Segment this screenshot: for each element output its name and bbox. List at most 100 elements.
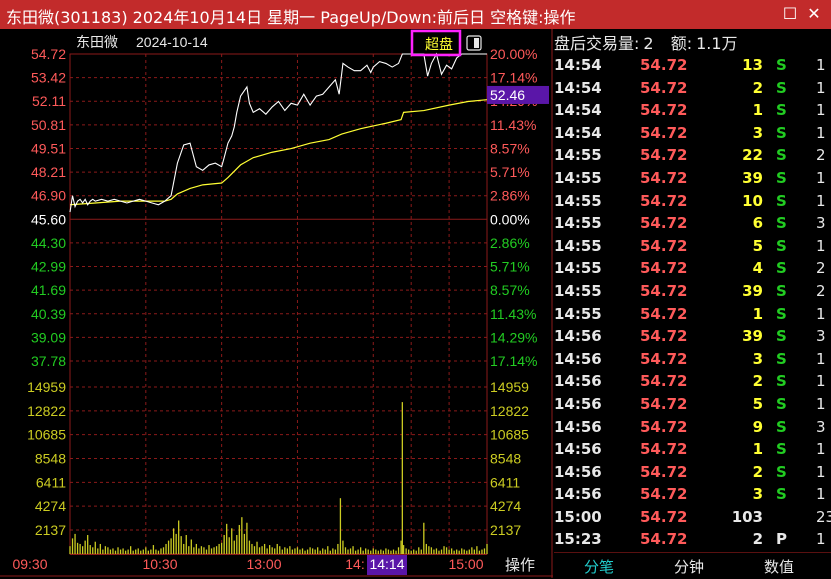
tick-row[interactable]: 14:55 54.72 10 S 1 [554,190,831,213]
tick-side: S [776,281,787,300]
tick-row[interactable]: 14:54 54.72 3 S 1 [554,122,831,145]
tick-price: 54.72 [640,485,688,504]
tick-row[interactable]: 14:55 54.72 4 S 2 [554,257,831,280]
percent-tick-label: 8.57% [490,140,530,156]
tick-side: S [776,349,787,368]
tick-price: 54.72 [640,304,688,323]
tick-time: 14:55 [554,146,602,165]
tick-side: S [776,462,787,481]
price-tick-label: 50.81 [31,117,66,133]
price-tick-label: 52.11 [32,93,66,109]
volume-tick-label: 12822 [27,403,66,419]
tick-row[interactable]: 14:54 54.72 1 S 1 [554,99,831,122]
tick-row[interactable]: 14:56 54.72 39 S 3 [554,325,831,348]
tick-count: 1 [816,349,826,368]
percent-tick-label: 11.43% [490,306,536,322]
tick-price: 54.72 [640,530,688,549]
price-tick-label: 41.69 [31,282,66,298]
tick-price: 54.72 [640,101,688,120]
price-tick-label: 39.09 [31,329,66,345]
price-tick-label: 42.99 [31,259,66,275]
tick-row[interactable]: 15:23 54.72 2 P 1 [554,528,831,551]
tick-volume: 2 [752,372,763,391]
tick-count: 1 [816,462,826,481]
tick-row[interactable]: 14:56 54.72 9 S 3 [554,416,831,439]
tick-side: S [776,236,787,255]
tick-volume: 1 [752,440,763,459]
tick-time: 14:56 [554,372,602,391]
title-bar: 东田微(301183) 2024年10月14日 星期一 PageUp/Down:… [0,0,831,29]
tick-row[interactable]: 14:55 54.72 6 S 3 [554,212,831,235]
tick-side: S [776,56,787,74]
tick-price: 54.72 [640,507,688,526]
restore-icon[interactable]: ☐ [781,5,799,23]
after-hours-amount-label: 额: [670,34,693,53]
tick-row[interactable]: 14:55 54.72 22 S 2 [554,144,831,167]
tab-values[interactable]: 数值 [734,556,824,577]
tick-row[interactable]: 14:56 54.72 1 S 1 [554,438,831,461]
tick-price: 54.72 [640,168,688,187]
tick-time: 15:23 [554,530,602,549]
volume-tick-label-right: 4274 [490,498,521,514]
percent-tick-label: 0.00% [490,211,530,227]
tick-row[interactable]: 14:55 54.72 39 S 2 [554,280,831,303]
tick-volume: 103 [731,507,763,526]
operate-button[interactable]: 操作 [489,554,551,576]
tick-row[interactable]: 14:56 54.72 3 S 1 [554,483,831,506]
tick-volume: 1 [752,304,763,323]
tick-count: 1 [816,304,826,323]
tick-count: 1 [816,372,826,391]
tick-count: 1 [816,56,826,74]
cursor-price-tag: 52.46 [490,87,525,103]
price-tick-label: 40.39 [31,306,66,322]
time-tick-label: 09:30 [12,556,47,572]
tick-volume: 6 [752,214,763,233]
tick-time: 14:55 [554,214,602,233]
percent-tick-label: 8.57% [490,282,530,298]
volume-tick-label: 6411 [36,474,66,490]
tick-count: 2 [816,259,826,278]
after-hours-volume-label: 盘后交易量: [554,34,640,53]
tick-time: 14:55 [554,281,602,300]
tab-minutes[interactable]: 分钟 [644,556,734,577]
tick-count: 1 [816,101,826,120]
tick-time: 14:56 [554,440,602,459]
tick-row[interactable]: 14:54 54.72 13 S 1 [554,54,831,77]
price-tick-label: 44.30 [31,235,66,251]
tick-price: 54.72 [640,214,688,233]
tick-row[interactable]: 14:56 54.72 2 S 1 [554,370,831,393]
intraday-chart[interactable]: 54.72 20.00% 53.42 17.14% 52.11 14.29% 50.81 11… [0,29,553,578]
tick-price: 54.72 [640,462,688,481]
tick-row[interactable]: 14:56 54.72 3 S 1 [554,348,831,371]
price-tick-label: 37.78 [31,353,66,369]
volume-tick-label: 2137 [35,522,66,538]
tick-price: 54.72 [640,123,688,142]
tick-price: 54.72 [640,440,688,459]
tick-row[interactable]: 14:55 54.72 1 S 1 [554,303,831,326]
volume-tick-label: 4274 [35,498,66,514]
tick-row[interactable]: 14:56 54.72 2 S 1 [554,461,831,484]
detail-tabs: 分笔 分钟 数值 [554,552,831,579]
time-tick-label: 15:00 [448,556,483,572]
tick-time: 14:54 [554,78,602,97]
percent-tick-label: 2.86% [490,188,530,204]
price-tick-label: 54.72 [31,46,66,62]
tick-row[interactable]: 15:00 54.72 103 23 [554,506,831,529]
panel-toggle-icon-fill [474,38,479,48]
close-icon[interactable]: ✕ [805,5,823,23]
tick-side: S [776,394,787,413]
tick-row[interactable]: 14:55 54.72 5 S 1 [554,235,831,258]
tick-time: 14:55 [554,259,602,278]
tick-count: 1 [816,168,826,187]
tick-row[interactable]: 14:54 54.72 2 S 1 [554,77,831,100]
tick-row[interactable]: 14:55 54.72 39 S 1 [554,167,831,190]
tick-row[interactable]: 14:56 54.72 5 S 1 [554,393,831,416]
super-button[interactable]: 超盘 [425,36,453,52]
tick-time: 14:55 [554,191,602,210]
tick-side: S [776,485,787,504]
tick-volume: 1 [752,101,763,120]
tab-ticks[interactable]: 分笔 [554,556,644,577]
tick-volume: 3 [752,123,763,142]
tick-list[interactable]: 14:54 54.72 13 S 1 14:54 54.72 2 S 1 14:54 54.72 1 S 1… [554,54,831,551]
percent-tick-label: 2.86% [490,235,530,251]
